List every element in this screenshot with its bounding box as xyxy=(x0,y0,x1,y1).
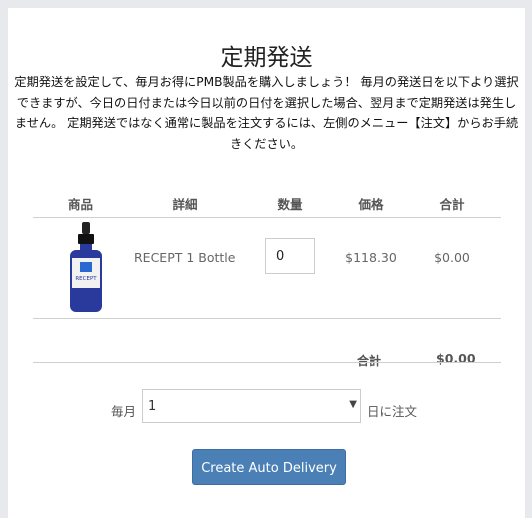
delivery-day-select[interactable]: 1 ▼ xyxy=(142,389,361,423)
summary-divider xyxy=(33,362,501,363)
bottle-logo xyxy=(80,262,92,272)
bottle-neck xyxy=(80,244,92,250)
header-product: 商品 xyxy=(67,197,93,212)
selected-day: 1 xyxy=(148,399,157,414)
auto-delivery-panel: 定期発送 定期発送を設定して、毎月お得にPMB製品を購入しましょう！ 毎月の発送… xyxy=(8,8,525,518)
create-auto-delivery-button[interactable]: Create Auto Delivery xyxy=(192,449,346,485)
page-description: 定期発送を設定して、毎月お得にPMB製品を購入しましょう！ 毎月の発送日を以下よ… xyxy=(14,75,519,151)
schedule-prefix: 毎月 xyxy=(111,404,137,419)
summary-total-label: 合計 xyxy=(357,354,382,368)
product-detail: RECEPT 1 Bottle xyxy=(134,250,236,265)
summary-total-value: $0.00 xyxy=(436,351,476,366)
bottle-label-text: RECEPT xyxy=(75,276,97,282)
page-title: 定期発送 xyxy=(220,45,313,71)
header-quantity: 数量 xyxy=(277,197,303,212)
row-total: $0.00 xyxy=(434,250,470,265)
schedule-suffix: 日に注文 xyxy=(367,404,418,419)
product-image: RECEPT xyxy=(70,222,102,312)
header-divider xyxy=(33,217,501,218)
chevron-down-icon: ▼ xyxy=(349,399,357,410)
dropper-bulb xyxy=(82,222,90,234)
header-total: 合計 xyxy=(439,197,465,212)
header-price: 価格 xyxy=(358,197,384,212)
row-divider xyxy=(33,318,501,319)
quantity-input[interactable] xyxy=(265,238,315,274)
header-details: 詳細 xyxy=(172,197,198,212)
bottle-cap xyxy=(78,234,94,244)
product-price: $118.30 xyxy=(345,250,397,265)
